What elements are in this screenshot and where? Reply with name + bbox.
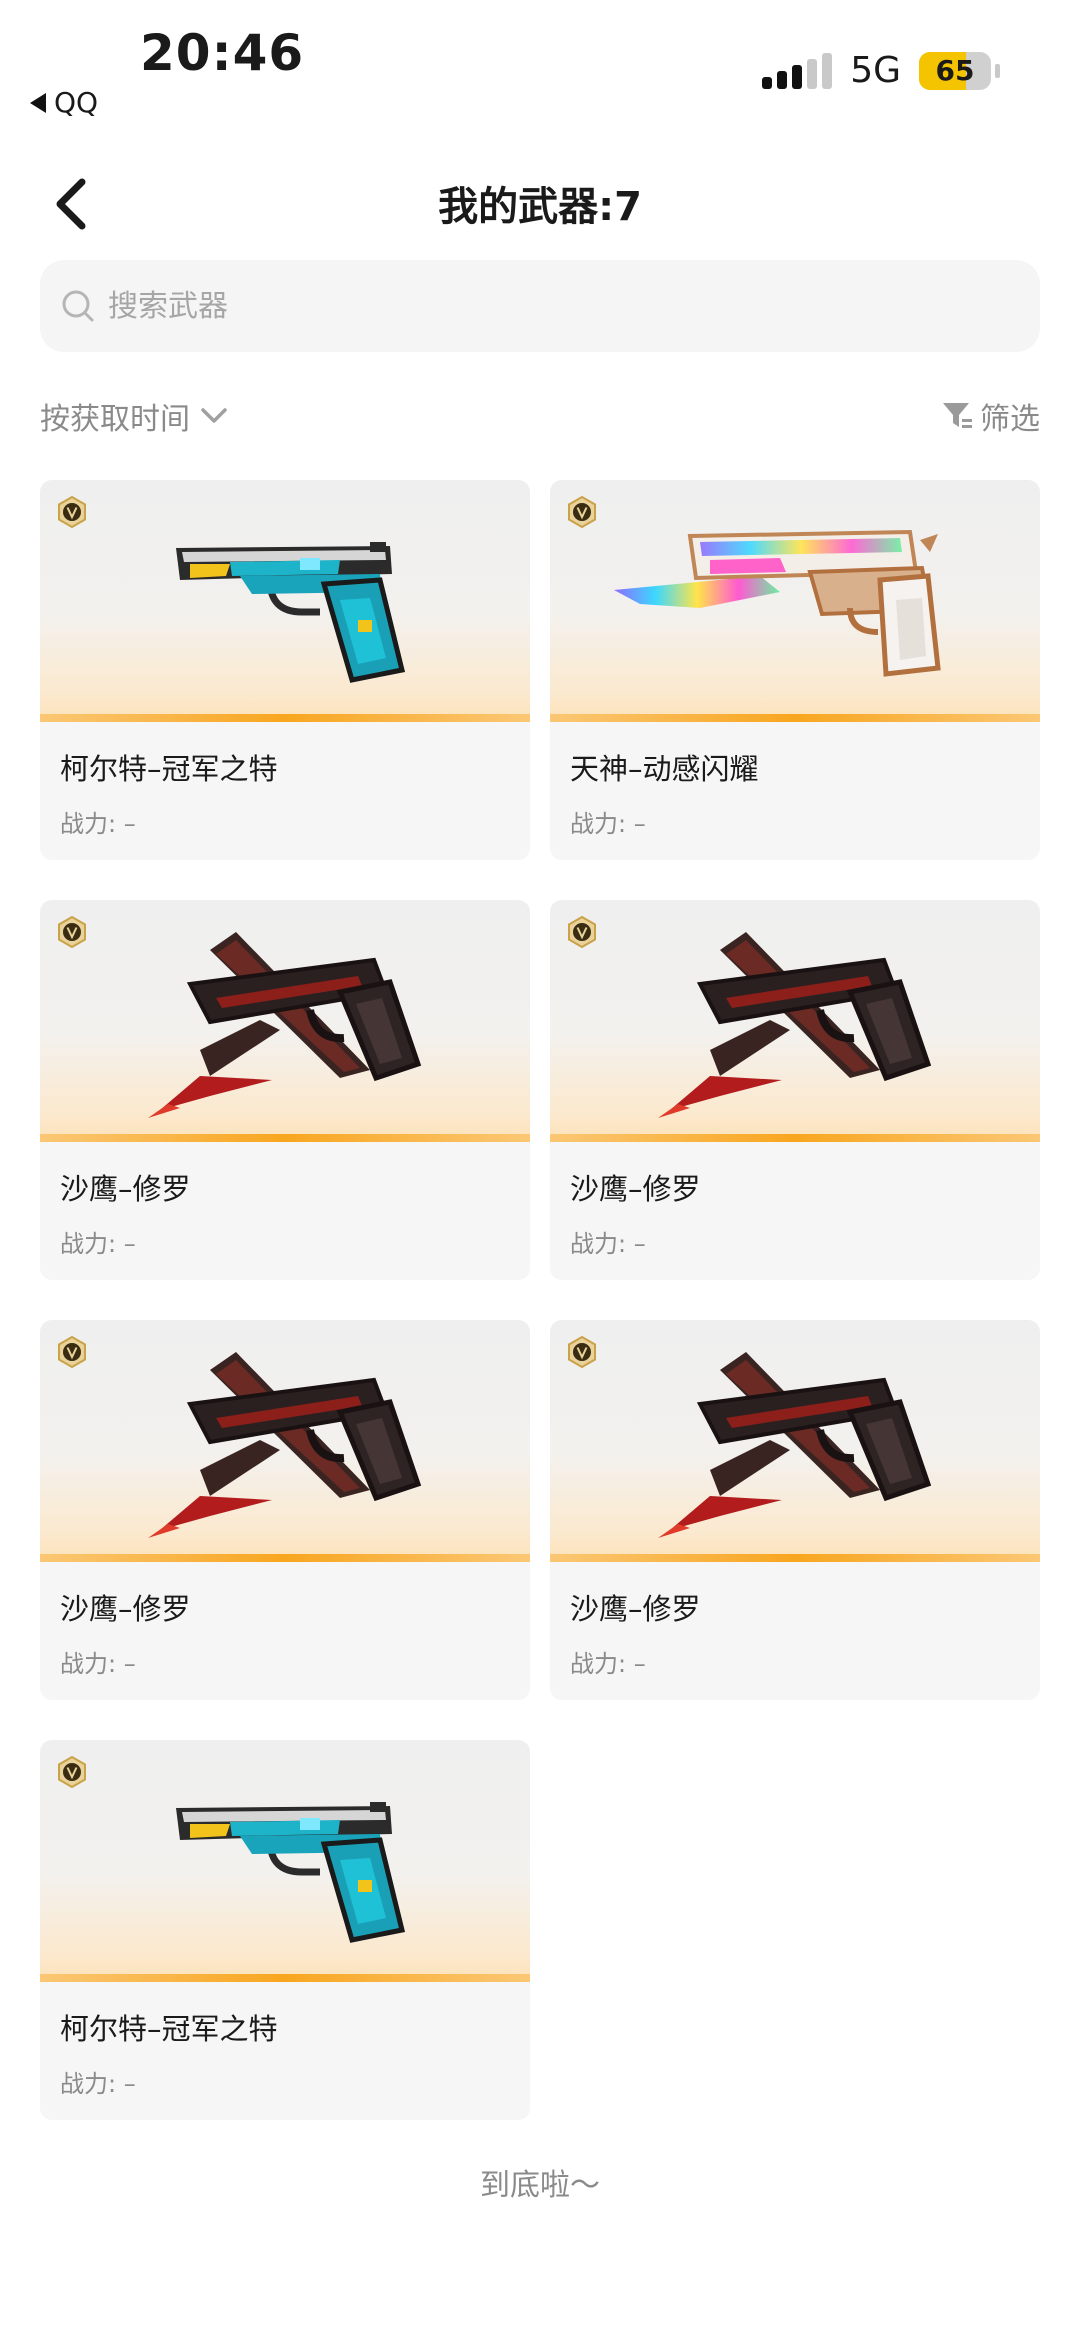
battery-level: 65 — [935, 53, 975, 87]
sort-dropdown[interactable]: 按获取时间 — [40, 394, 228, 438]
search-icon — [62, 290, 94, 322]
deagle-asura-weapon-art — [658, 932, 932, 1118]
weapon-power: 战力: – — [60, 2070, 136, 2098]
weapon-power: 战力: – — [60, 1650, 136, 1678]
weapon-grid: 柯尔特–冠军之特 战力: – 天神–动感闪耀 战力: – 沙鹰–修罗 战力: –… — [40, 480, 1040, 2120]
weapon-card[interactable]: 柯尔特–冠军之特战力: – — [40, 1740, 530, 2120]
weapon-card[interactable]: 沙鹰–修罗战力: – — [40, 1320, 530, 1700]
weapon-image — [550, 1320, 1040, 1562]
search-input[interactable] — [106, 287, 990, 325]
deagle-asura-weapon-art — [148, 932, 422, 1118]
weapon-power: 战力: – — [60, 1230, 136, 1258]
sort-label: 按获取时间 — [40, 402, 190, 437]
weapon-card[interactable]: 沙鹰–修罗战力: – — [550, 900, 1040, 1280]
weapon-name: 沙鹰–修罗 — [60, 1592, 191, 1626]
weapon-power: 战力: – — [60, 810, 136, 838]
weapon-name: 沙鹰–修罗 — [570, 1172, 701, 1206]
weapon-name: 柯尔特–冠军之特 — [60, 752, 278, 786]
search-bar[interactable] — [40, 260, 1040, 352]
end-of-list-text: 到底啦～ — [480, 2168, 600, 2203]
status-indicators: 5G 65 — [762, 50, 1000, 91]
weapon-power: 战力: – — [570, 1650, 646, 1678]
weapon-name: 沙鹰–修罗 — [60, 1172, 191, 1206]
weapon-card[interactable]: 柯尔特–冠军之特战力: – — [40, 480, 530, 860]
weapon-image — [550, 900, 1040, 1142]
colt-champion-weapon-art — [176, 542, 406, 683]
deagle-rainbow-weapon-art — [614, 529, 941, 677]
weapon-card[interactable]: 沙鹰–修罗战力: – — [550, 1320, 1040, 1700]
chevron-down-icon — [201, 408, 227, 423]
weapon-image — [40, 900, 530, 1142]
weapon-image — [40, 1740, 530, 1982]
colt-champion-weapon-art — [176, 1802, 406, 1943]
weapon-name: 沙鹰–修罗 — [570, 1592, 701, 1626]
weapon-name: 柯尔特–冠军之特 — [60, 2012, 278, 2046]
deagle-asura-weapon-art — [658, 1352, 932, 1538]
weapon-name: 天神–动感闪耀 — [570, 752, 759, 786]
back-triangle-icon — [30, 92, 46, 113]
weapon-power: 战力: – — [570, 810, 646, 838]
weapon-card[interactable]: 沙鹰–修罗战力: – — [40, 900, 530, 1280]
weapon-image — [550, 480, 1040, 722]
signal-strength-icon — [762, 52, 833, 89]
battery-tip — [995, 63, 1000, 78]
weapon-card[interactable]: 天神–动感闪耀战力: – — [550, 480, 1040, 860]
back-to-app-link[interactable]: QQ — [30, 86, 98, 119]
page-title: 我的武器:7 — [438, 184, 642, 230]
status-time: 20:46 — [140, 24, 305, 82]
filter-label: 筛选 — [980, 402, 1040, 437]
deagle-asura-weapon-art — [148, 1352, 422, 1538]
filter-button[interactable]: 筛选 — [940, 394, 1040, 438]
weapon-power: 战力: – — [570, 1230, 646, 1258]
weapon-image — [40, 480, 530, 722]
network-type: 5G — [850, 50, 901, 91]
weapon-image — [40, 1320, 530, 1562]
filter-icon — [943, 403, 972, 428]
back-app-label: QQ — [54, 86, 99, 119]
battery-icon: 65 — [919, 51, 991, 90]
